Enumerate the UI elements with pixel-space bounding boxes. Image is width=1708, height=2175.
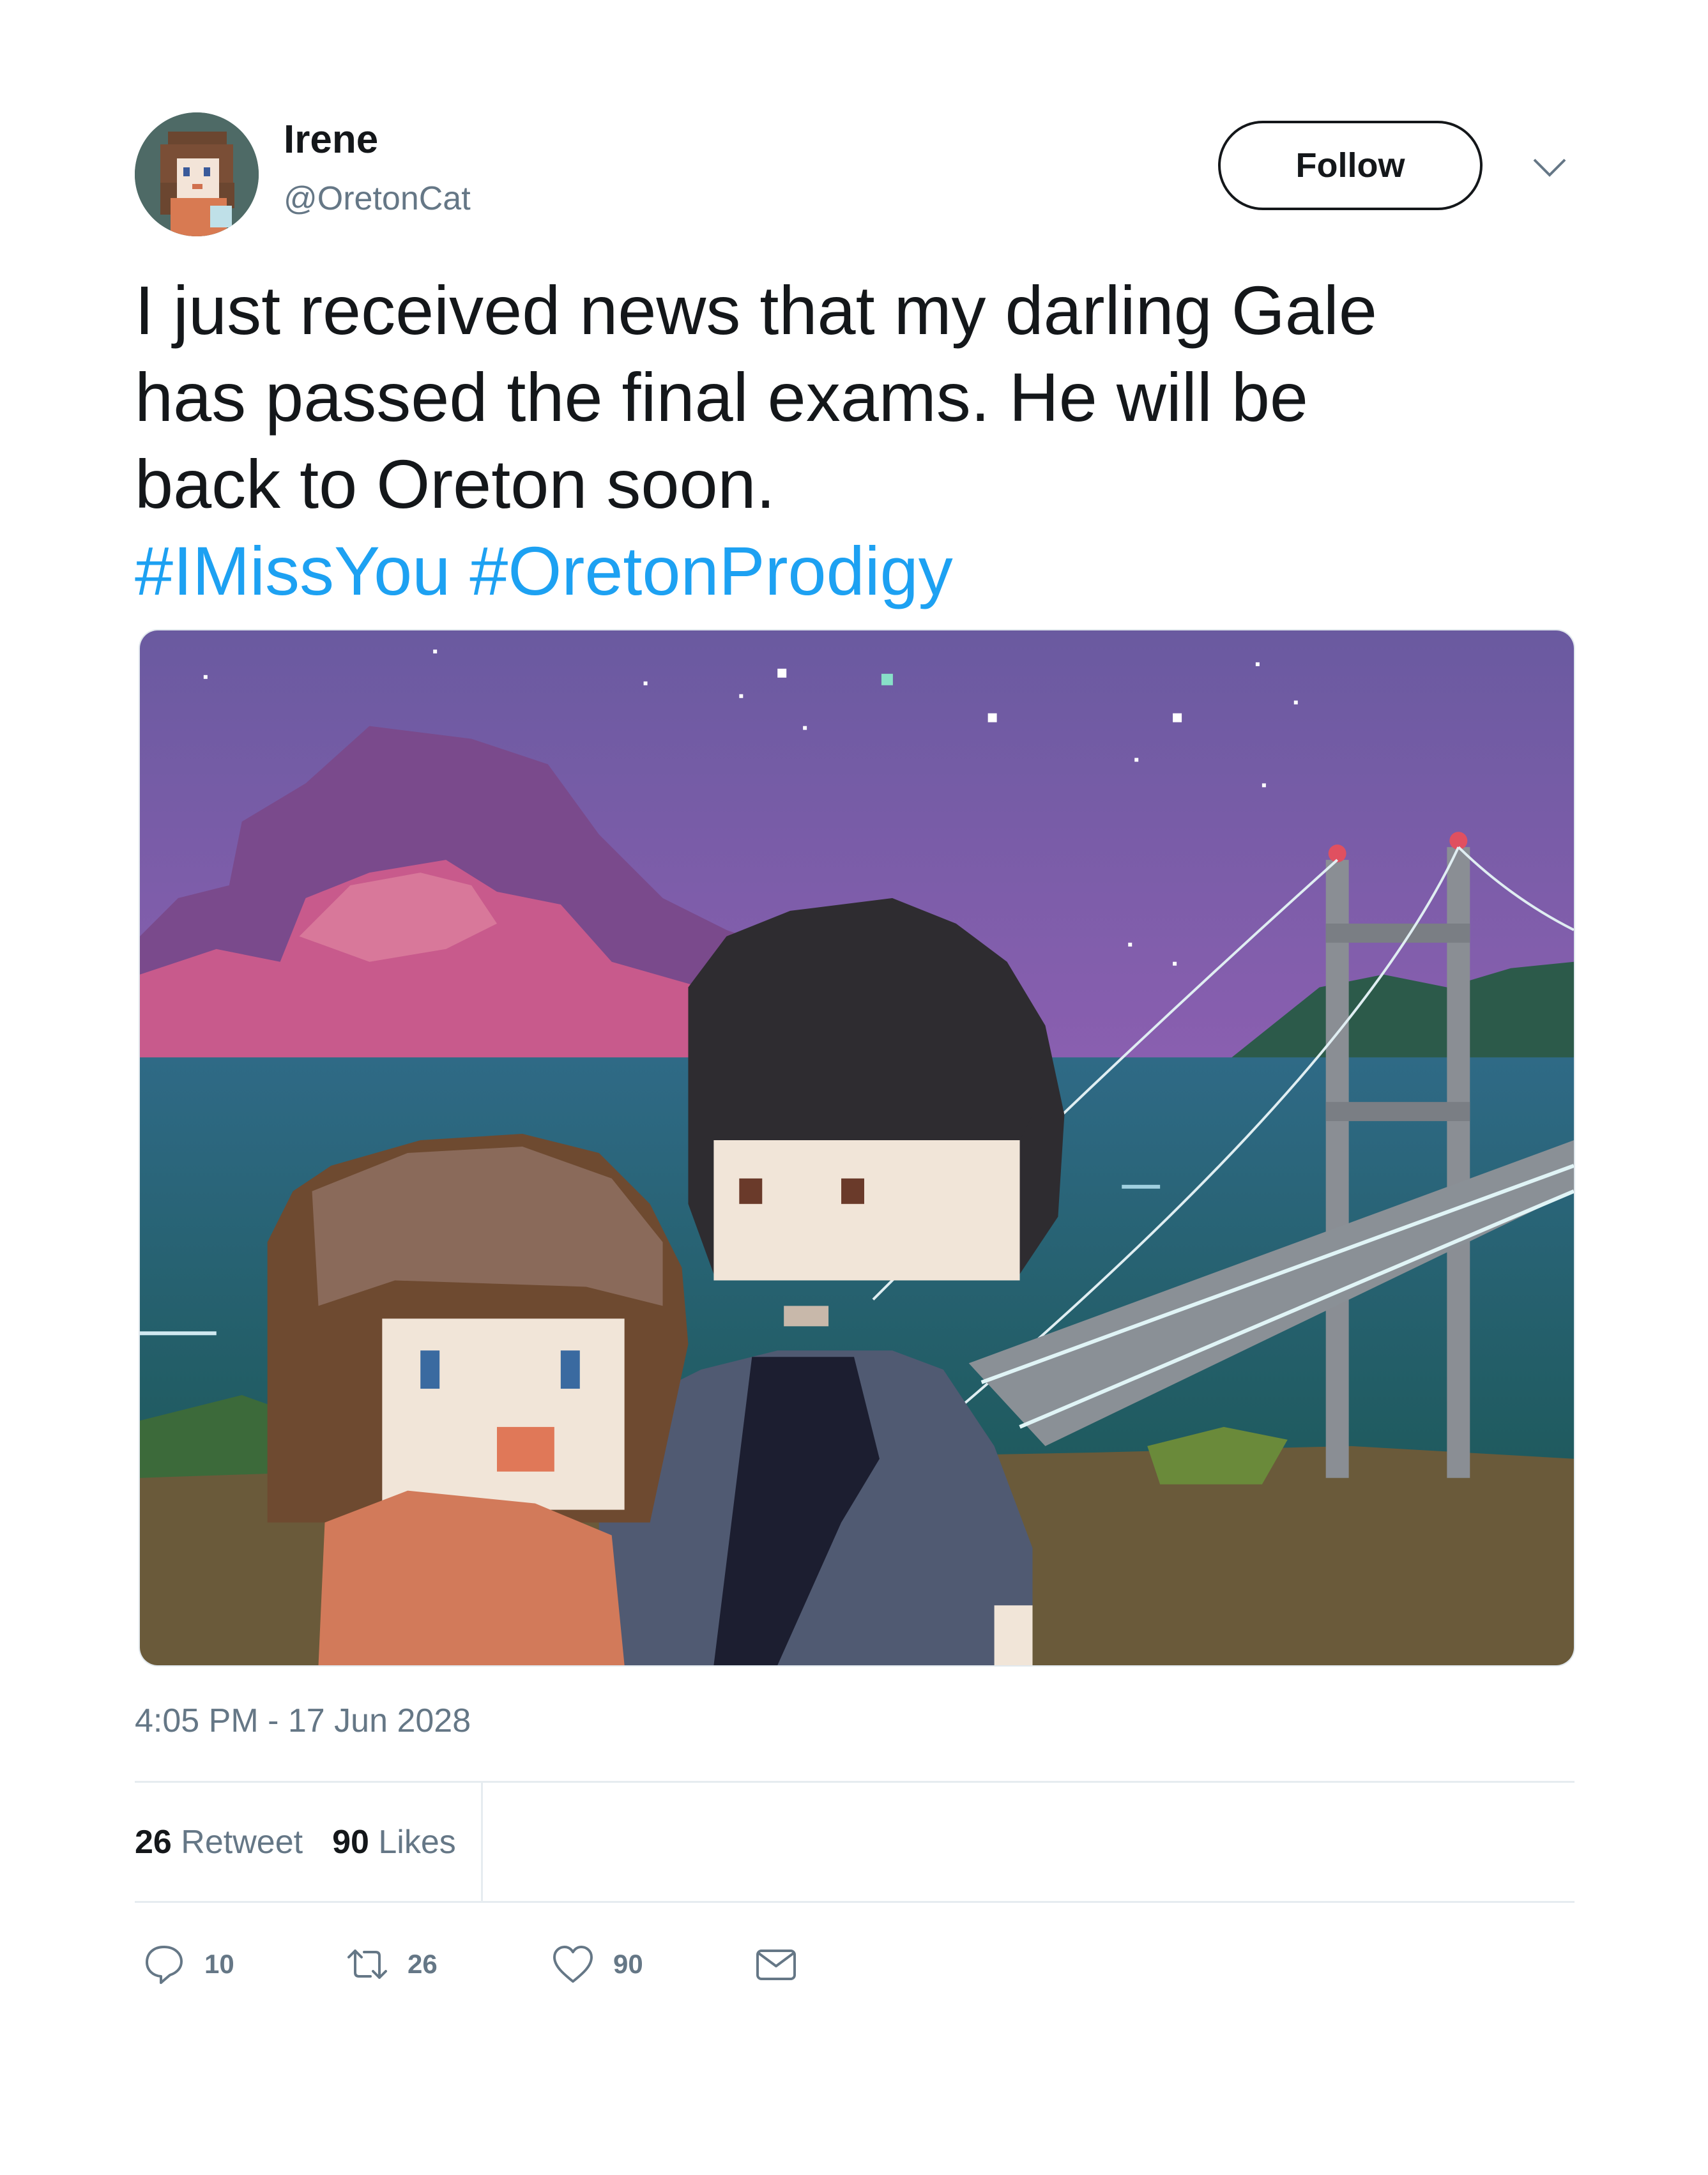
pixel-art-couple-bridge-night-image — [140, 630, 1574, 1665]
retweets-count: 26 — [135, 1824, 172, 1861]
like-button[interactable]: 90 — [551, 1942, 643, 1987]
retweets-stat[interactable]: 26 Retweet — [135, 1824, 303, 1861]
hashtag-line: #IMissYou #OretonProdigy — [135, 528, 1508, 614]
retweet-button[interactable]: 26 — [345, 1942, 438, 1987]
retweet-icon — [347, 1950, 387, 1979]
reply-icon — [146, 1946, 183, 1984]
chevron-down-icon[interactable] — [1532, 156, 1567, 179]
tweet-text: I just received news that my darling Gal… — [135, 267, 1508, 614]
follow-button[interactable]: Follow — [1218, 121, 1483, 210]
pixel-girl-avatar-icon — [135, 112, 259, 236]
direct-message-button[interactable] — [754, 1942, 798, 1987]
hashtag-link[interactable]: #OretonProdigy — [469, 532, 952, 609]
retweets-label: Retweet — [181, 1824, 303, 1861]
heart-icon — [553, 1946, 593, 1983]
avatar[interactable] — [135, 112, 259, 236]
tweet-line: has passed the final exams. He will be — [135, 358, 1308, 436]
like-count: 90 — [613, 1949, 643, 1979]
user-handle[interactable]: @OretonCat — [284, 182, 471, 215]
envelope-icon — [756, 1950, 796, 1980]
reply-button[interactable]: 10 — [142, 1942, 234, 1987]
hashtag-link[interactable]: #IMissYou — [135, 532, 450, 609]
display-name[interactable]: Irene — [284, 120, 378, 160]
likes-stat[interactable]: 90 Likes — [332, 1824, 456, 1861]
divider — [135, 1901, 1575, 1903]
retweet-count: 26 — [408, 1949, 438, 1979]
reply-count: 10 — [204, 1949, 234, 1979]
tweet-media-image[interactable] — [139, 629, 1575, 1667]
likes-count: 90 — [332, 1824, 369, 1861]
tweet-line: back to Oreton soon. — [135, 445, 775, 523]
likes-label: Likes — [378, 1824, 456, 1861]
tweet-stats: 26 Retweet 90 Likes — [135, 1826, 456, 1859]
stats-separator — [481, 1782, 483, 1901]
tweet-timestamp[interactable]: 4:05 PM - 17 Jun 2028 — [135, 1704, 471, 1737]
tweet-line: I just received news that my darling Gal… — [135, 271, 1377, 349]
divider — [135, 1781, 1575, 1783]
